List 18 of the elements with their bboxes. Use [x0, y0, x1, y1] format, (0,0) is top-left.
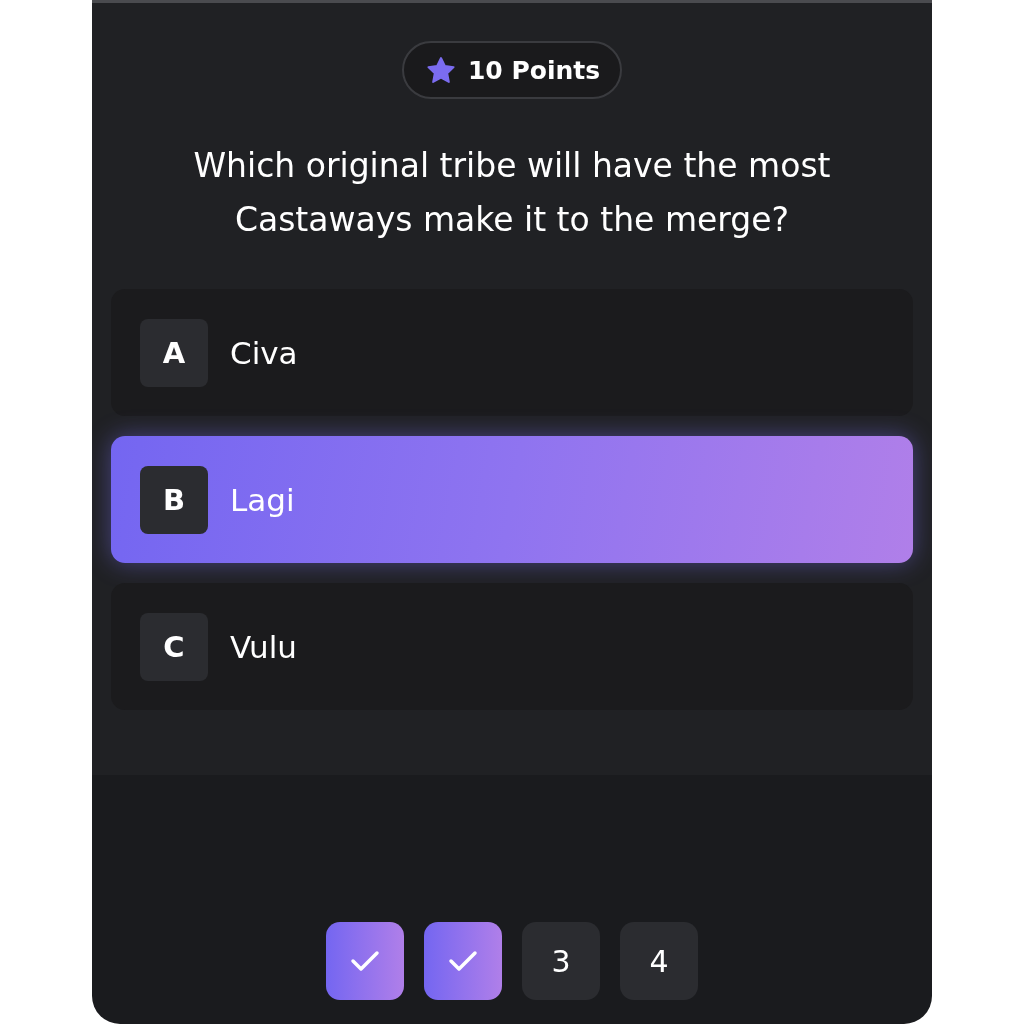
points-label: 10 Points — [467, 55, 601, 85]
step-indicator[interactable] — [424, 922, 502, 1000]
check-icon — [349, 949, 381, 973]
answer-option[interactable]: A Civa — [111, 289, 913, 416]
option-label: Vulu — [230, 628, 297, 665]
option-letter: A — [140, 318, 208, 387]
star-icon — [425, 55, 456, 85]
answer-option[interactable]: C Vulu — [111, 583, 913, 710]
option-letter: B — [140, 465, 208, 534]
step-indicator[interactable]: 4 — [620, 922, 698, 1000]
step-indicator[interactable] — [326, 922, 404, 1000]
step-indicator[interactable]: 3 — [522, 922, 600, 1000]
answer-option[interactable]: B Lagi — [111, 436, 913, 563]
check-icon — [447, 949, 479, 973]
option-letter: C — [140, 612, 208, 681]
option-label: Civa — [230, 334, 298, 371]
option-label: Lagi — [230, 481, 295, 518]
question-text: Which original tribe will have the most Castaways make it to the merge? — [192, 145, 832, 241]
